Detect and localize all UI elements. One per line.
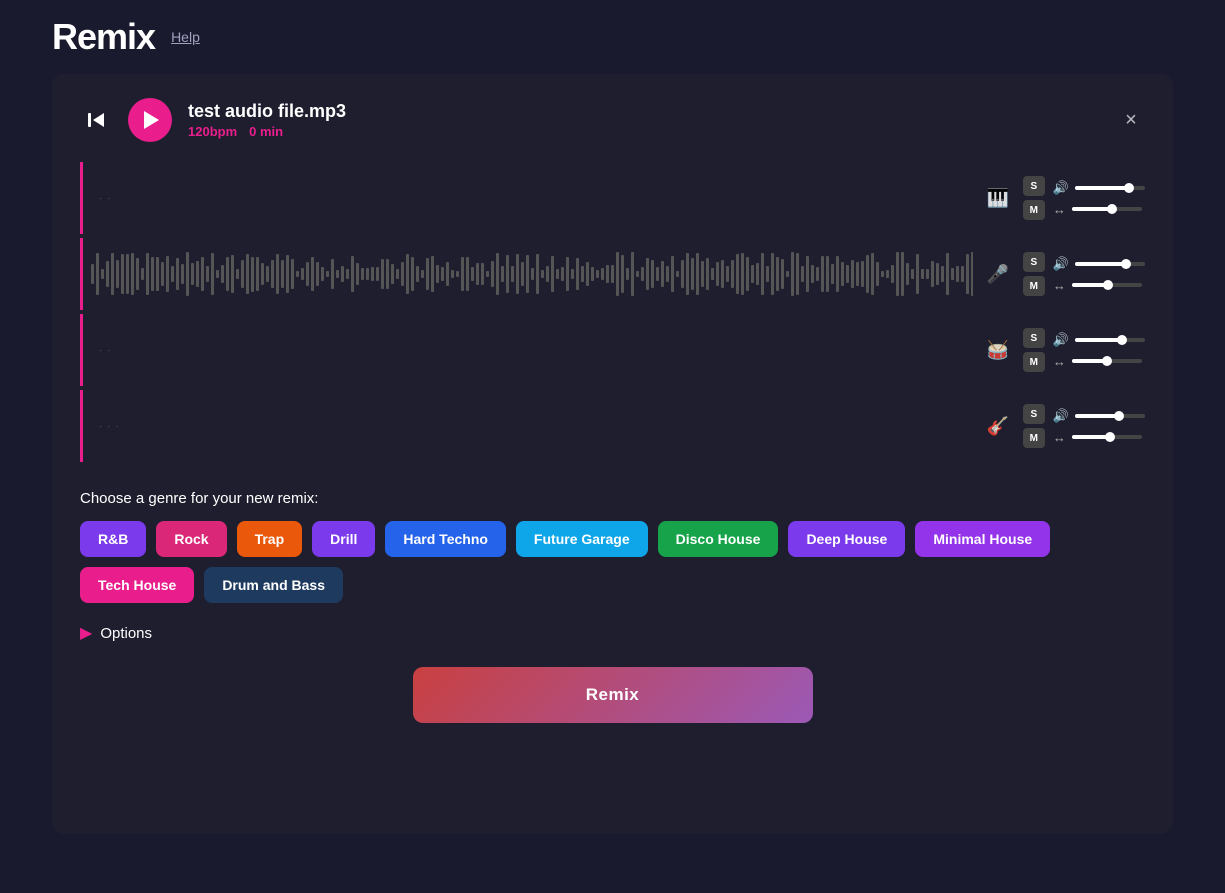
solo-button[interactable]: S — [1023, 404, 1045, 424]
track-controls: 🥁SM🔊↔ — [981, 328, 1145, 372]
volume-slider-track[interactable] — [1075, 338, 1145, 342]
volume-slider-row: 🔊 — [1053, 256, 1145, 272]
track-waveform: · · · — [83, 396, 981, 456]
pan-slider-track[interactable] — [1072, 359, 1142, 363]
play-icon — [144, 111, 159, 129]
pan-slider-track[interactable] — [1072, 207, 1142, 211]
solo-button[interactable]: S — [1023, 176, 1045, 196]
slider-column: 🔊↔ — [1053, 408, 1145, 445]
player-header: test audio file.mp3 120bpm 0 min × — [80, 98, 1145, 142]
genre-chip-rnb[interactable]: R&B — [80, 521, 146, 557]
remix-button-wrapper: Remix — [80, 667, 1145, 723]
bpm-label: 120bpm — [188, 124, 237, 139]
genre-chip-drum-and-bass[interactable]: Drum and Bass — [204, 567, 343, 603]
mute-button[interactable]: M — [1023, 352, 1045, 372]
volume-slider-row: 🔊 — [1053, 332, 1145, 348]
pan-slider-row: ↔ — [1053, 430, 1142, 445]
pan-slider-track[interactable] — [1072, 283, 1142, 287]
volume-slider-track[interactable] — [1075, 262, 1145, 266]
slider-column: 🔊↔ — [1053, 180, 1145, 217]
track-waveform — [83, 244, 981, 304]
skip-back-button[interactable] — [80, 104, 112, 136]
volume-slider-row: 🔊 — [1053, 408, 1145, 424]
file-info: test audio file.mp3 120bpm 0 min — [188, 101, 1101, 139]
genre-chip-tech-house[interactable]: Tech House — [80, 567, 194, 603]
file-meta: 120bpm 0 min — [188, 124, 1101, 139]
volume-icon: 🔊 — [1053, 180, 1069, 196]
waveform-dots: · · — [91, 193, 111, 204]
genre-section: Choose a genre for your new remix: R&B Ro… — [80, 490, 1145, 603]
pan-slider-row: ↔ — [1053, 354, 1142, 369]
slider-column: 🔊↔ — [1053, 256, 1145, 293]
waveform-dots: · · — [91, 345, 111, 356]
track-controls: 🎹SM🔊↔ — [981, 176, 1145, 220]
piano-icon: 🎹 — [981, 181, 1015, 215]
volume-icon: 🔊 — [1053, 256, 1069, 272]
genre-chip-hard-techno[interactable]: Hard Techno — [385, 521, 506, 557]
slider-column: 🔊↔ — [1053, 332, 1145, 369]
volume-slider-row: 🔊 — [1053, 180, 1145, 196]
track-row: · ·🎹SM🔊↔ — [80, 162, 1145, 234]
options-row[interactable]: ▶ Options — [80, 623, 1145, 643]
genre-chip-minimal-house[interactable]: Minimal House — [915, 521, 1050, 557]
genre-chips: R&B Rock TrapDrill Hard Techno Future Garage… — [80, 521, 1145, 603]
genre-chip-rock[interactable]: Rock — [156, 521, 226, 557]
genre-chip-future-garage[interactable]: Future Garage — [516, 521, 648, 557]
top-bar: Remix Help — [0, 0, 1225, 74]
remix-button[interactable]: Remix — [413, 667, 813, 723]
genre-chip-drill[interactable]: Drill — [312, 521, 375, 557]
mute-button[interactable]: M — [1023, 428, 1045, 448]
close-button[interactable]: × — [1117, 106, 1145, 134]
volume-icon: 🔊 — [1053, 332, 1069, 348]
volume-icon: 🔊 — [1053, 408, 1069, 424]
volume-slider-track[interactable] — [1075, 414, 1145, 418]
pan-icon: ↔ — [1053, 354, 1066, 369]
duration-label: 0 min — [249, 124, 283, 139]
track-waveform: · · — [83, 320, 981, 380]
track-controls: 🎤SM🔊↔ — [981, 252, 1145, 296]
sm-buttons: SM — [1023, 252, 1045, 296]
mute-button[interactable]: M — [1023, 276, 1045, 296]
genre-chip-deep-house[interactable]: Deep House — [788, 521, 905, 557]
waveform-dots: · · · — [91, 421, 120, 432]
mic-icon: 🎤 — [981, 257, 1015, 291]
genre-chip-disco-house[interactable]: Disco House — [658, 521, 779, 557]
pan-slider-row: ↔ — [1053, 278, 1142, 293]
guitar-icon: 🎸 — [981, 409, 1015, 443]
file-name: test audio file.mp3 — [188, 101, 1101, 122]
track-row: · · ·🎸SM🔊↔ — [80, 390, 1145, 462]
sm-buttons: SM — [1023, 176, 1045, 220]
track-controls: 🎸SM🔊↔ — [981, 404, 1145, 448]
chevron-right-icon: ▶ — [80, 623, 92, 643]
pan-icon: ↔ — [1053, 430, 1066, 445]
pan-slider-track[interactable] — [1072, 435, 1142, 439]
main-card: test audio file.mp3 120bpm 0 min × · ·🎹S… — [52, 74, 1173, 834]
mute-button[interactable]: M — [1023, 200, 1045, 220]
sm-buttons: SM — [1023, 404, 1045, 448]
solo-button[interactable]: S — [1023, 328, 1045, 348]
genre-chip-trap[interactable]: Trap — [237, 521, 303, 557]
play-button[interactable] — [128, 98, 172, 142]
track-row: 🎤SM🔊↔ — [80, 238, 1145, 310]
pan-slider-row: ↔ — [1053, 202, 1142, 217]
pan-icon: ↔ — [1053, 202, 1066, 217]
sm-buttons: SM — [1023, 328, 1045, 372]
genre-section-label: Choose a genre for your new remix: — [80, 490, 1145, 507]
track-row: · ·🥁SM🔊↔ — [80, 314, 1145, 386]
app-title: Remix — [52, 16, 155, 58]
tracks-area: · ·🎹SM🔊↔🎤SM🔊↔· ·🥁SM🔊↔· · ·🎸SM🔊↔ — [80, 162, 1145, 466]
solo-button[interactable]: S — [1023, 252, 1045, 272]
help-link[interactable]: Help — [171, 29, 200, 45]
drum-icon: 🥁 — [981, 333, 1015, 367]
track-waveform: · · — [83, 168, 981, 228]
options-label: Options — [100, 625, 152, 642]
pan-icon: ↔ — [1053, 278, 1066, 293]
volume-slider-track[interactable] — [1075, 186, 1145, 190]
